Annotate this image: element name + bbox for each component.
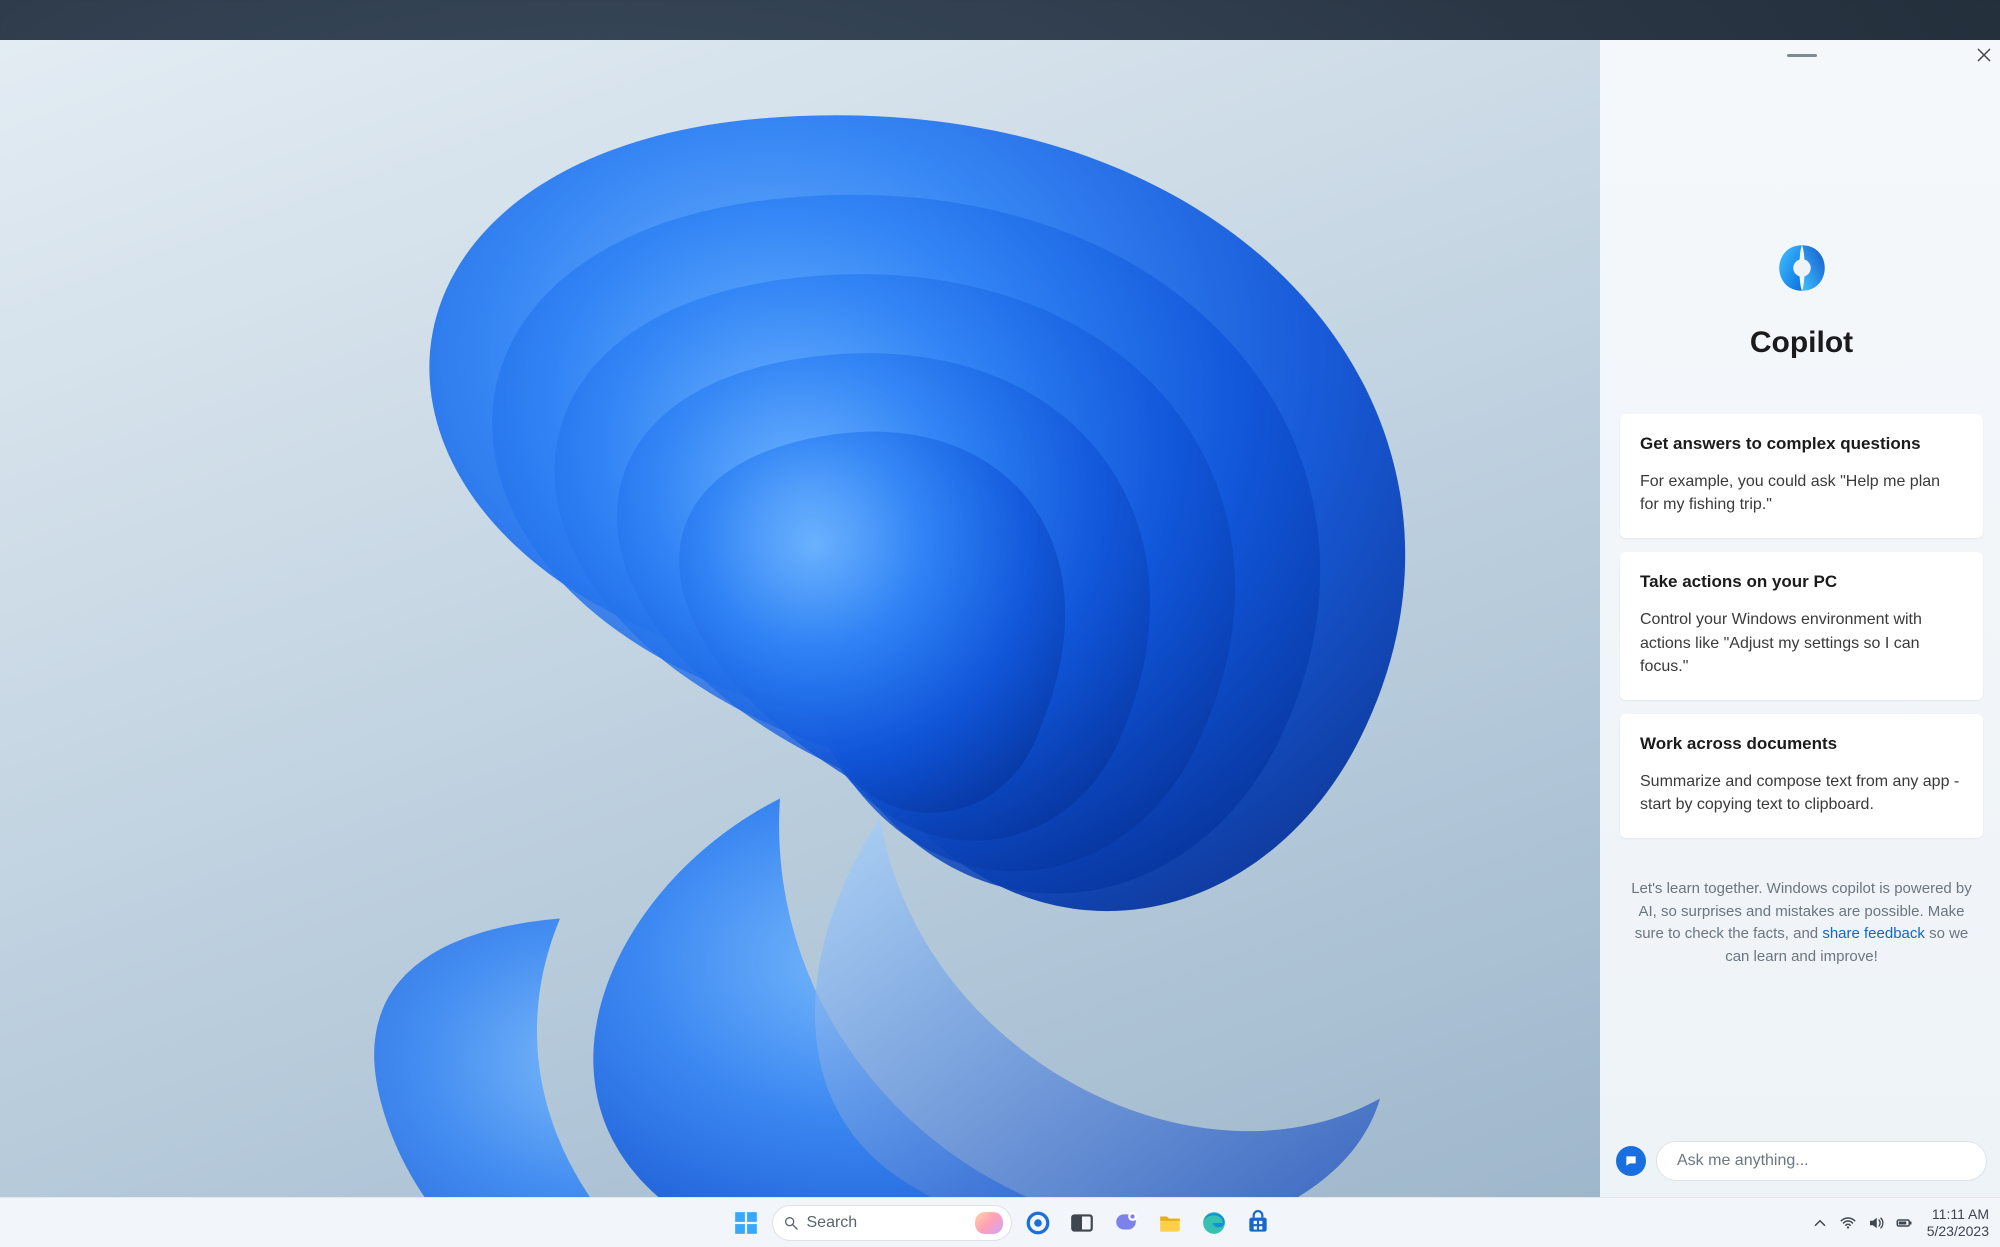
close-button[interactable] [1975,46,1993,64]
search-highlight-icon[interactable] [975,1212,1003,1234]
copilot-titlebar [1600,40,2000,70]
windows-logo-icon [733,1210,759,1236]
suggestion-card[interactable]: Work across documents Summarize and comp… [1620,714,1983,838]
task-view-button[interactable] [1064,1205,1100,1241]
task-view-icon [1069,1210,1095,1236]
copilot-input-placeholder: Ask me anything... [1677,1152,1809,1170]
copilot-icon [1025,1210,1051,1236]
start-button[interactable] [728,1205,764,1241]
copilot-input[interactable]: Ask me anything... [1656,1141,1987,1181]
store-icon [1245,1210,1271,1236]
clock-date: 5/23/2023 [1927,1223,1989,1239]
search-placeholder: Search [807,1214,858,1232]
volume-icon[interactable] [1867,1214,1885,1232]
chat-icon [1624,1154,1638,1168]
edge-icon [1201,1210,1227,1236]
suggestion-card[interactable]: Take actions on your PC Control your Win… [1620,552,1983,700]
copilot-hero: Copilot [1600,240,2000,360]
copilot-disclaimer: Let's learn together. Windows copilot is… [1624,878,1979,968]
edge-browser-button[interactable] [1196,1205,1232,1241]
copilot-panel: Copilot Get answers to complex questions… [1600,40,2000,1197]
share-feedback-link[interactable]: share feedback [1822,925,1925,942]
copilot-logo-icon [1774,240,1830,296]
tray-overflow-icon[interactable] [1811,1214,1829,1232]
card-body: For example, you could ask "Help me plan… [1640,470,1963,516]
card-body: Control your Windows environment with ac… [1640,608,1963,678]
copilot-suggestion-cards: Get answers to complex questions For exa… [1620,414,1983,838]
taskbar-right: 11:11 AM 5/23/2023 [1811,1198,1989,1247]
taskbar-copilot-button[interactable] [1020,1205,1056,1241]
card-body: Summarize and compose text from any app … [1640,770,1963,816]
taskbar: Search [0,1197,2000,1247]
drag-handle-icon[interactable] [1787,54,1817,57]
system-tray[interactable] [1811,1214,1913,1232]
search-icon [783,1215,799,1231]
chat-app-icon [1113,1210,1139,1236]
taskbar-search[interactable]: Search [772,1205,1012,1241]
card-title: Take actions on your PC [1640,572,1963,592]
folder-icon [1157,1210,1183,1236]
suggestion-card[interactable]: Get answers to complex questions For exa… [1620,414,1983,538]
chat-app-button[interactable] [1108,1205,1144,1241]
card-title: Get answers to complex questions [1640,434,1963,454]
taskbar-clock[interactable]: 11:11 AM 5/23/2023 [1927,1206,1989,1238]
card-title: Work across documents [1640,734,1963,754]
taskbar-center: Search [728,1198,1276,1247]
battery-icon[interactable] [1895,1214,1913,1232]
microsoft-store-button[interactable] [1240,1205,1276,1241]
close-icon [1975,46,1993,64]
copilot-avatar-button[interactable] [1616,1146,1646,1176]
file-explorer-button[interactable] [1152,1205,1188,1241]
wifi-icon[interactable] [1839,1214,1857,1232]
copilot-title: Copilot [1750,326,1853,360]
clock-time: 11:11 AM [1932,1206,1989,1222]
copilot-compose-row: Ask me anything... [1616,1141,1987,1181]
windows-desktop-frame: Copilot Get answers to complex questions… [0,40,2000,1247]
desktop-wallpaper[interactable] [0,40,1600,1197]
